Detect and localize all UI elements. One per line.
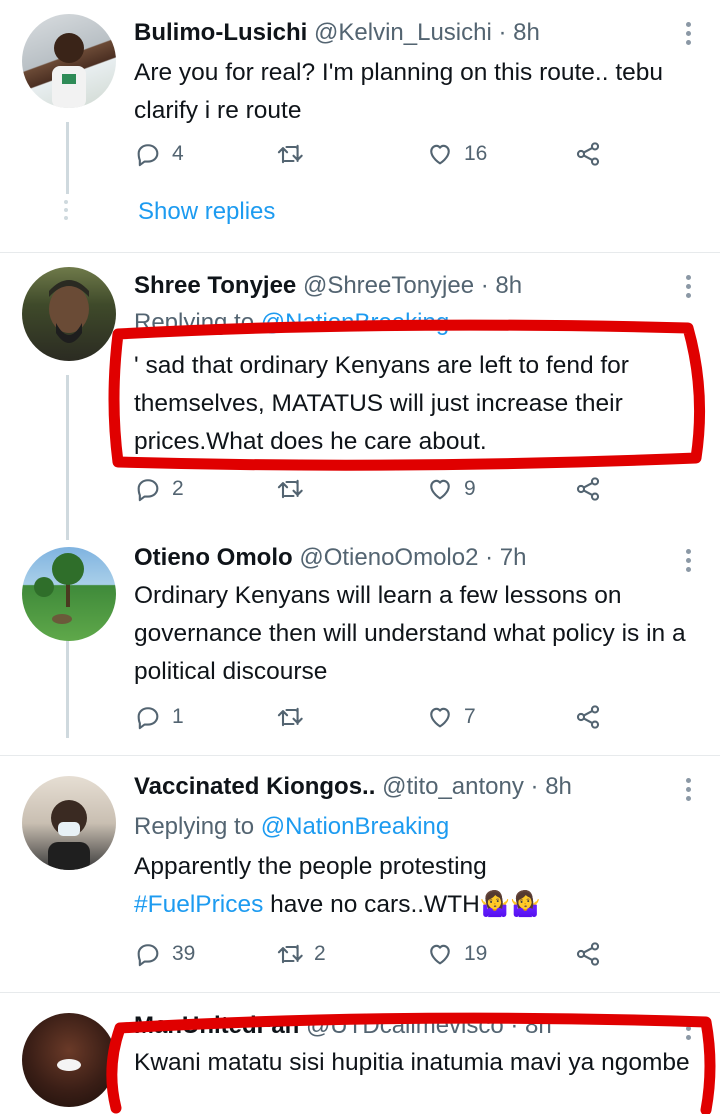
tweet-header: Shree Tonyjee @ShreeTonyjee · 8h (134, 271, 522, 301)
retweet-button[interactable] (276, 140, 314, 168)
heart-icon (430, 944, 450, 965)
author-name[interactable]: Vaccinated Kiongos.. (134, 773, 375, 800)
more-icon[interactable] (686, 1017, 692, 1044)
tweet-text: Apparently the people protesting #FuelPr… (134, 848, 704, 924)
more-icon[interactable] (686, 778, 692, 805)
share-button[interactable] (574, 140, 602, 168)
retweet-count: 2 (314, 942, 326, 965)
timestamp[interactable]: · 8h (510, 1012, 551, 1039)
tweet-actions: 2 9 (134, 475, 614, 509)
reply-button[interactable]: 4 (134, 140, 184, 168)
replying-prefix: Replying to (134, 309, 255, 336)
author-handle[interactable]: @ShreeTonyjee (303, 272, 474, 299)
more-icon[interactable] (686, 275, 692, 302)
tweet-actions: 1 7 (134, 703, 614, 737)
reply-button[interactable]: 1 (134, 703, 184, 731)
reply-count: 2 (172, 477, 184, 500)
reply-icon (137, 144, 159, 167)
share-button[interactable] (574, 475, 602, 503)
tweet-actions: 39 2 19 (134, 940, 614, 974)
like-button[interactable]: 16 (426, 140, 487, 168)
author-handle[interactable]: @Kelvin_Lusichi (314, 19, 492, 46)
author-name[interactable]: ManUnitedFan (134, 1012, 299, 1039)
avatar[interactable] (22, 14, 116, 108)
reply-button[interactable]: 2 (134, 475, 184, 503)
share-icon (576, 477, 600, 501)
thread-dots (64, 200, 68, 220)
retweet-icon (277, 944, 303, 964)
reply-icon (137, 707, 159, 730)
tweet-actions: 4 16 (134, 140, 614, 174)
heart-icon (430, 707, 450, 728)
tweet-header: ManUnitedFan @UTDcallmevisco · 8h (134, 1011, 552, 1041)
more-icon[interactable] (686, 22, 692, 49)
author-name[interactable]: Otieno Omolo (134, 544, 293, 571)
reply-count: 39 (172, 942, 196, 965)
share-button[interactable] (574, 940, 602, 968)
more-icon[interactable] (686, 549, 692, 576)
replying-to: Replying to @NationBreaking (134, 812, 449, 842)
retweet-icon (277, 479, 303, 499)
share-icon (576, 942, 600, 966)
author-handle[interactable]: @OtienoOmolo2 (299, 544, 478, 571)
avatar[interactable] (22, 776, 116, 870)
replying-to-link[interactable]: @NationBreaking (261, 309, 449, 336)
like-button[interactable]: 19 (426, 940, 487, 968)
replying-prefix: Replying to (134, 813, 255, 840)
tweet[interactable]: Vaccinated Kiongos.. @tito_antony · 8h R… (0, 756, 720, 992)
replying-to-link[interactable]: @NationBreaking (261, 813, 449, 840)
timestamp[interactable]: · 8h (498, 19, 539, 46)
share-icon (576, 142, 600, 166)
timestamp[interactable]: · 8h (481, 272, 522, 299)
like-button[interactable]: 9 (426, 475, 476, 503)
retweet-button[interactable] (276, 475, 314, 503)
share-icon (576, 705, 600, 729)
avatar[interactable] (22, 1013, 116, 1107)
retweet-icon (277, 707, 303, 727)
retweet-button[interactable] (276, 703, 314, 731)
hashtag-link[interactable]: #FuelPrices (134, 891, 263, 918)
tweet-header: Bulimo-Lusichi @Kelvin_Lusichi · 8h (134, 18, 540, 48)
reply-count: 4 (172, 142, 184, 165)
timestamp[interactable]: · 8h (531, 773, 572, 800)
reply-icon (137, 944, 159, 967)
tweet[interactable]: ManUnitedFan @UTDcallmevisco · 8h Kwani … (0, 993, 720, 1114)
tweet-text-start: Apparently the people protesting (134, 853, 487, 880)
retweet-icon (277, 144, 303, 164)
like-count: 19 (464, 942, 488, 965)
timestamp[interactable]: · 7h (485, 544, 526, 571)
retweet-button[interactable]: 2 (276, 940, 326, 968)
author-handle[interactable]: @UTDcallmevisco (306, 1012, 504, 1039)
like-count: 16 (464, 142, 488, 165)
replying-to: Replying to @NationBreaking (134, 308, 449, 338)
tweet[interactable]: Shree Tonyjee @ShreeTonyjee · 8h Replyin… (0, 253, 720, 535)
heart-icon (430, 479, 450, 500)
like-button[interactable]: 7 (426, 703, 476, 731)
tweet-header: Vaccinated Kiongos.. @tito_antony · 8h (134, 772, 572, 802)
tweet[interactable]: Otieno Omolo @OtienoOmolo2 · 7h Ordinary… (0, 535, 720, 755)
tweet-text: ' sad that ordinary Kenyans are left to … (134, 352, 629, 455)
tweet[interactable]: Bulimo-Lusichi @Kelvin_Lusichi · 8h Are … (0, 0, 720, 252)
author-name[interactable]: Shree Tonyjee (134, 272, 296, 299)
avatar[interactable] (22, 547, 116, 641)
heart-icon (430, 144, 450, 165)
author-handle[interactable]: @tito_antony (382, 773, 524, 800)
tweet-text: Are you for real? I'm planning on this r… (134, 59, 664, 124)
like-count: 7 (464, 705, 476, 728)
tweet-text: Ordinary Kenyans will learn a few lesson… (134, 582, 686, 685)
share-button[interactable] (574, 703, 602, 731)
show-replies-link[interactable]: Show replies (138, 196, 275, 228)
tweet-text: Kwani matatu sisi hupitia inatumia mavi … (134, 1049, 690, 1076)
tweet-header: Otieno Omolo @OtienoOmolo2 · 7h (134, 543, 526, 573)
like-count: 9 (464, 477, 476, 500)
author-name[interactable]: Bulimo-Lusichi (134, 19, 307, 46)
avatar[interactable] (22, 267, 116, 361)
reply-count: 1 (172, 705, 184, 728)
reply-button[interactable]: 39 (134, 940, 195, 968)
tweet-text-end: have no cars..WTH🤷‍♀️🤷‍♀️ (263, 891, 541, 918)
reply-icon (137, 479, 159, 502)
